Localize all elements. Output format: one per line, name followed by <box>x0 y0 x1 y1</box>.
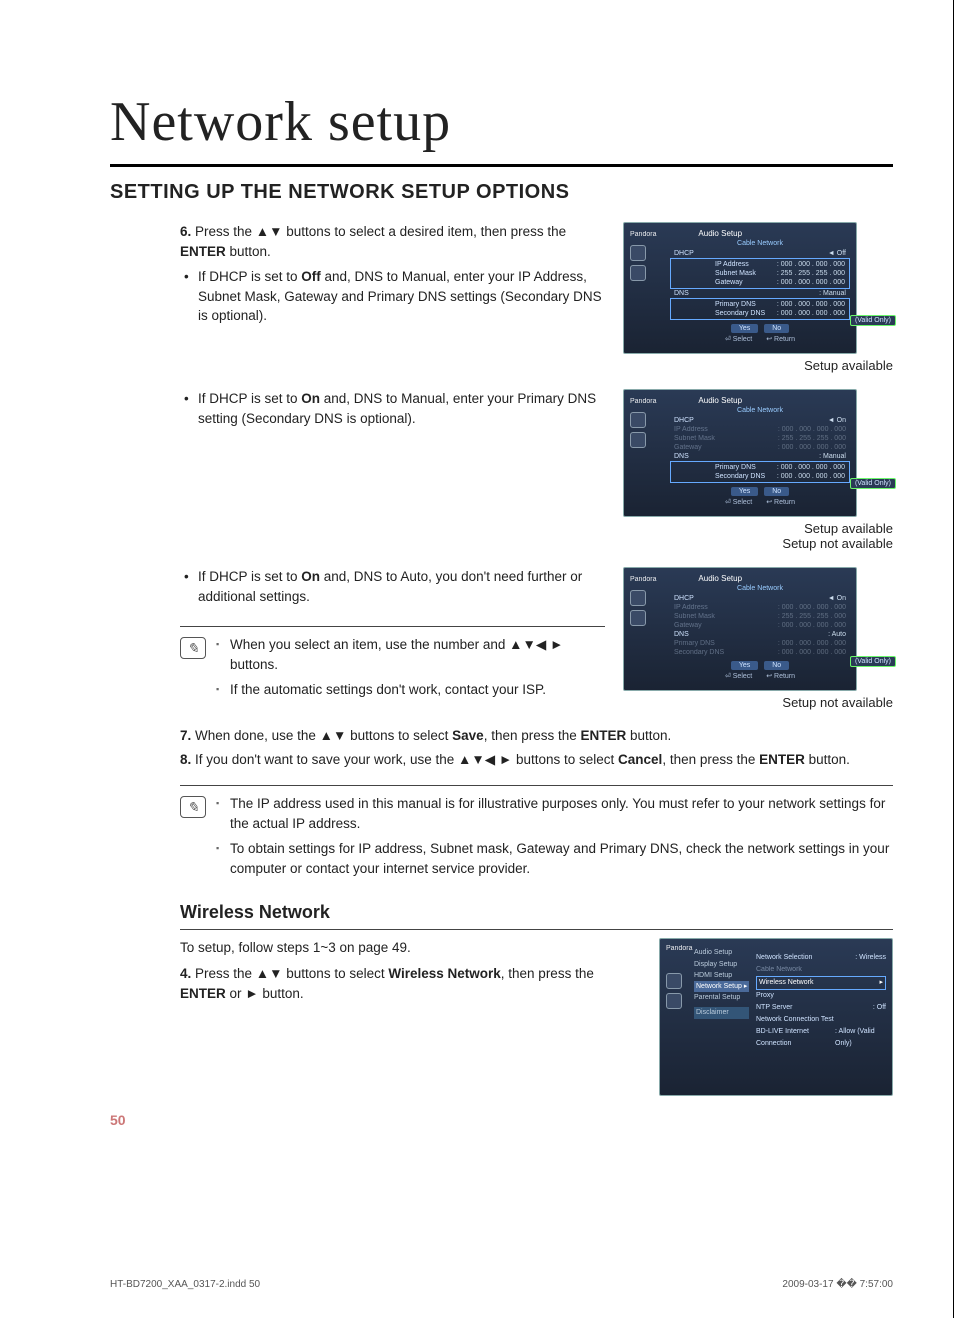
note-icon: ✎ <box>180 796 206 818</box>
off-label: Off <box>301 269 321 284</box>
editable-box: IP Address: 000 . 000 . 000 . 000 Subnet… <box>670 258 850 289</box>
note2-row: ✎ The IP address used in this manual is … <box>110 794 893 884</box>
tv-col-2: Pandora Audio Setup Cable Network DHCP◄ … <box>623 389 893 551</box>
note2: The IP address used in this manual is fo… <box>216 794 893 884</box>
music-icon <box>630 245 646 261</box>
wireless-network-item[interactable]: Wireless Network▸ <box>756 976 886 990</box>
caption-1: Setup available <box>623 358 893 373</box>
step6-text3: If DHCP is set to On and, DNS to Auto, y… <box>110 567 605 710</box>
step8: 8. If you don't want to save your work, … <box>110 750 893 770</box>
step7: 7. When done, use the ▲▼ buttons to sele… <box>110 726 893 746</box>
editable-box2: Primary DNS: 000 . 000 . 000 . 000 Secon… <box>670 298 850 320</box>
note-icon: ✎ <box>180 637 206 659</box>
yes-button[interactable]: Yes <box>731 324 758 333</box>
note1: When you select an item, use the number … <box>216 635 605 706</box>
globe-icon <box>666 973 682 989</box>
network-setup-item[interactable]: Network Setup ▸ <box>694 981 749 992</box>
network-options: Network Selection: Wireless Cable Networ… <box>756 952 886 1049</box>
no-button[interactable]: No <box>764 324 789 333</box>
caption-3: Setup not available <box>623 695 893 710</box>
music-icon <box>630 412 646 428</box>
gear-icon <box>630 610 646 626</box>
step6-text: 6. Press the ▲▼ buttons to select a desi… <box>110 222 605 373</box>
disclaimer-badge: Disclaimer <box>694 1007 749 1018</box>
tv-col-1: Pandora Audio Setup Cable Network DHCP◄ … <box>623 222 893 373</box>
tv-screenshot-3: Pandora Audio Setup Cable Network DHCP◄ … <box>623 567 857 691</box>
tv-title: Audio Setup <box>698 229 742 238</box>
step6-text-b: button. <box>226 244 271 259</box>
b1a: If DHCP is set to <box>198 269 301 284</box>
tv-subtitle: Cable Network <box>670 240 850 247</box>
chapter-title: Network setup <box>110 90 893 154</box>
tv-screenshot-wireless: Pandora Audio Setup Display Setup HDMI S… <box>659 938 893 1096</box>
tv-col-3: Pandora Audio Setup Cable Network DHCP◄ … <box>623 567 893 710</box>
brand: Pandora <box>630 231 656 238</box>
footer-left: HT-BD7200_XAA_0317-2.indd 50 <box>110 1279 260 1290</box>
caption-2b: Setup not available <box>623 536 893 551</box>
wireless-text: To setup, follow steps 1~3 on page 49. 4… <box>110 938 641 1096</box>
gear-icon <box>630 432 646 448</box>
section-title: SETTING UP THE NETWORK SETUP OPTIONS <box>110 181 893 204</box>
caption-2a: Setup available <box>623 521 893 536</box>
footer-right: 2009-03-17 �� 7:57:00 <box>782 1279 893 1290</box>
page-number: 50 <box>110 1112 893 1128</box>
gear-icon <box>630 265 646 281</box>
wireless-block: To setup, follow steps 1~3 on page 49. 4… <box>110 938 893 1096</box>
tv-screenshot-2: Pandora Audio Setup Cable Network DHCP◄ … <box>623 389 857 517</box>
rule <box>110 164 893 167</box>
wireless-heading: Wireless Network <box>180 902 893 923</box>
step6-block2: If DHCP is set to On and, DNS to Manual,… <box>110 389 893 551</box>
step6-text-a: Press the ▲▼ buttons to select a desired… <box>195 224 566 239</box>
enter-label: ENTER <box>180 244 226 259</box>
manual-page: Network setup SETTING UP THE NETWORK SET… <box>0 0 954 1318</box>
gear-icon <box>666 993 682 1009</box>
step6-block: 6. Press the ▲▼ buttons to select a desi… <box>110 222 893 373</box>
step6-text2: If DHCP is set to On and, DNS to Manual,… <box>110 389 605 551</box>
setup-menu: Audio Setup Display Setup HDMI Setup Net… <box>694 947 749 1018</box>
valid-only-tag: (Valid Only) <box>850 315 896 326</box>
music-icon <box>630 590 646 606</box>
step6-block3: If DHCP is set to On and, DNS to Auto, y… <box>110 567 893 710</box>
tv-screenshot-1: Pandora Audio Setup Cable Network DHCP◄ … <box>623 222 857 354</box>
step6-num: 6. <box>180 224 191 239</box>
print-footer: HT-BD7200_XAA_0317-2.indd 50 2009-03-17 … <box>110 1279 893 1290</box>
